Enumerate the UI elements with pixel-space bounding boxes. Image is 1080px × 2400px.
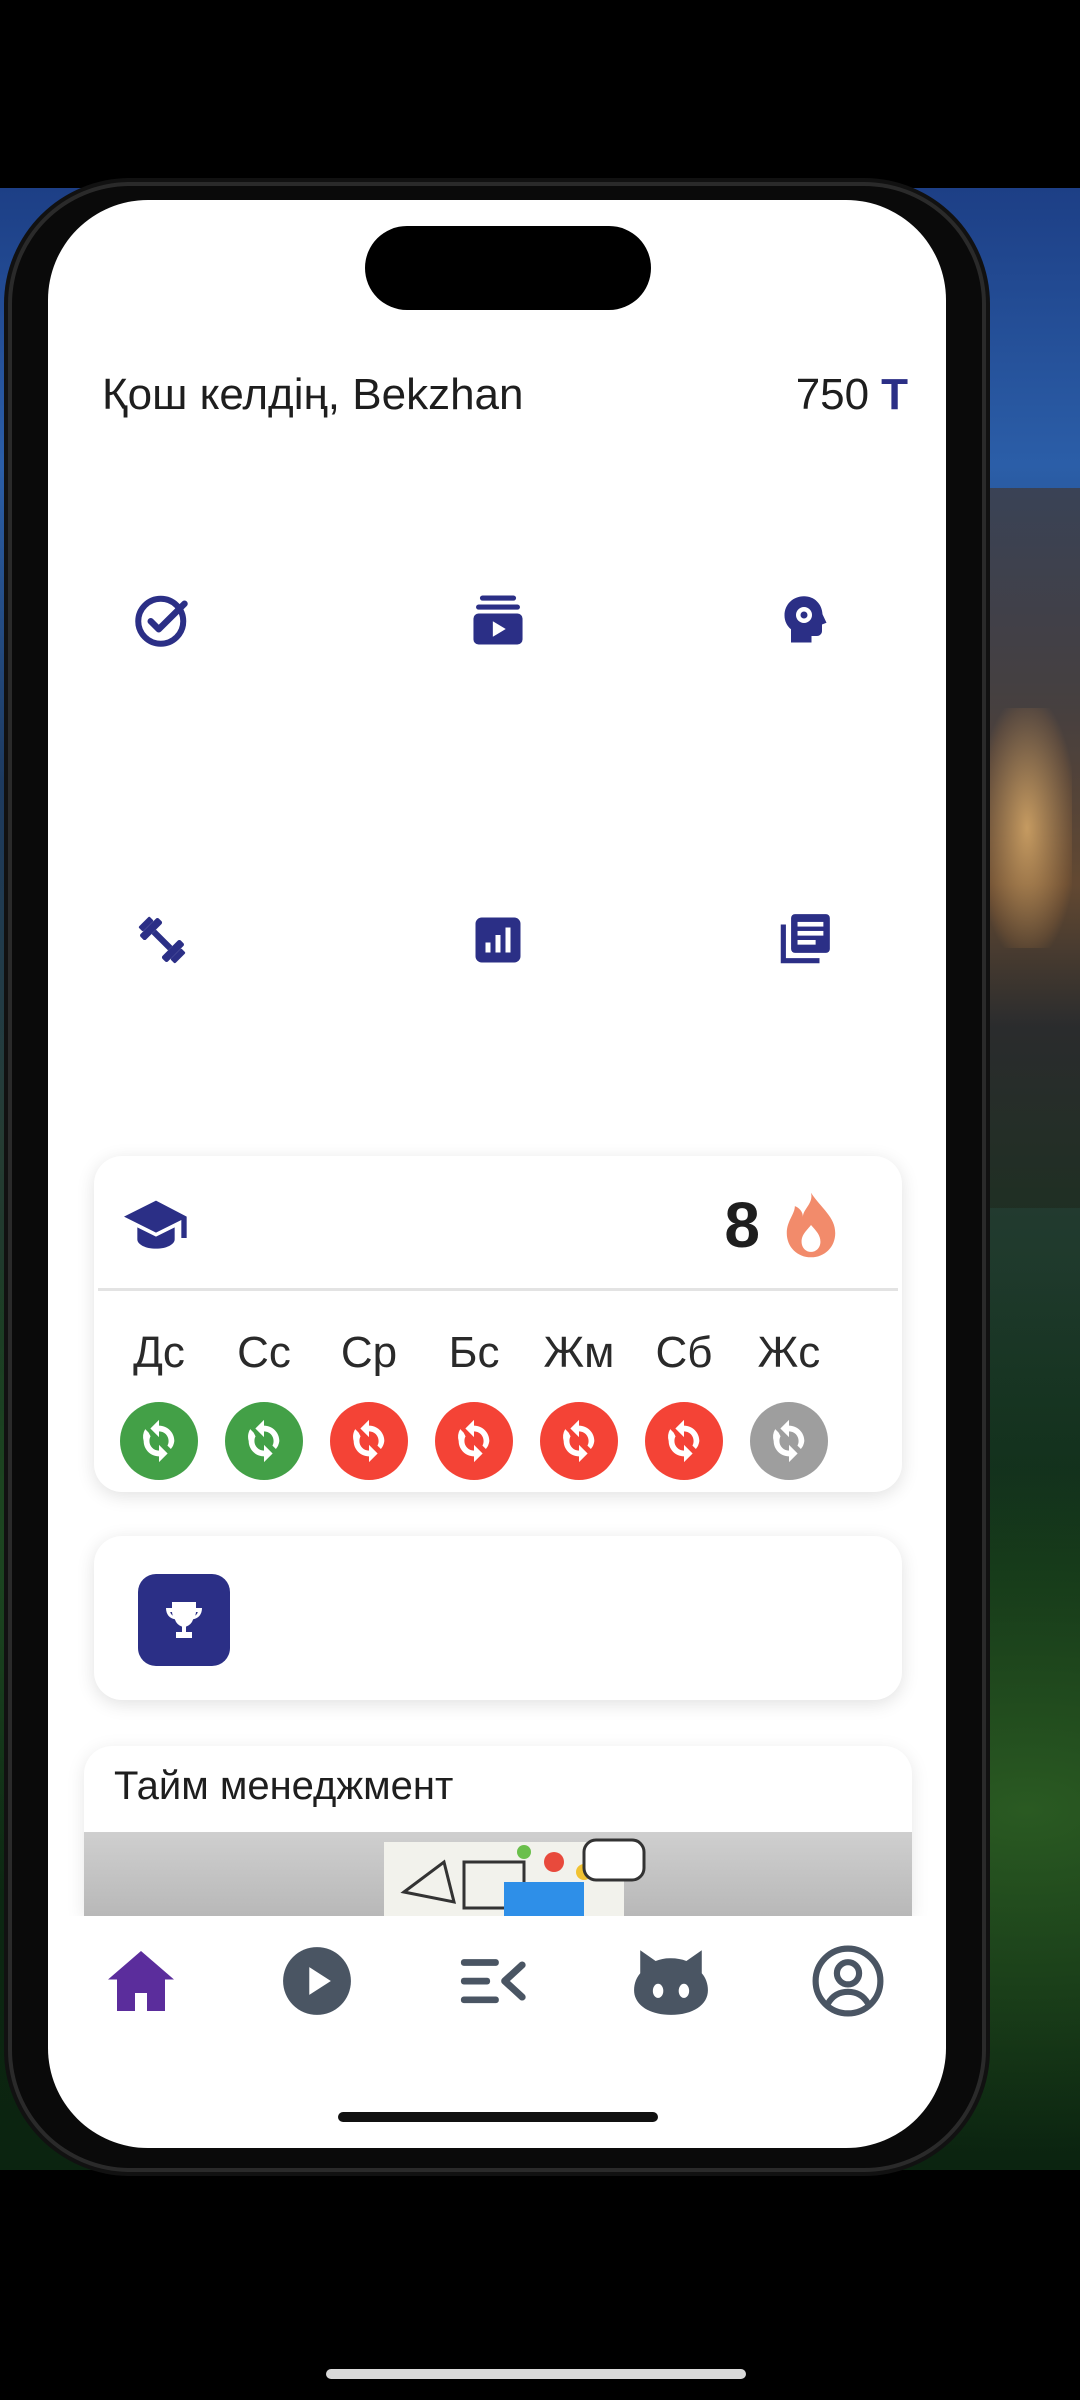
course-title: Тайм менеджмент <box>114 1764 454 1808</box>
streak-count: 8 <box>724 1189 760 1261</box>
day-label-wed: Ср <box>340 1328 398 1377</box>
refresh-icon <box>563 1419 595 1463</box>
day-status-tue <box>225 1402 303 1480</box>
course-cover-image <box>84 1832 912 1916</box>
graduation-cap-icon <box>124 1198 188 1259</box>
bar-chart-icon[interactable] <box>458 900 538 980</box>
day-status-mon <box>120 1402 198 1480</box>
trophy-tile <box>138 1574 230 1666</box>
day-label-sat: Сб <box>655 1328 713 1377</box>
play-icon[interactable] <box>274 1938 360 2024</box>
streak-card[interactable]: 8 Дс Сс Ср Бс Жм Сб Жс <box>94 1156 902 1492</box>
day-status-sun <box>750 1402 828 1480</box>
day-label-fri: Жм <box>543 1328 615 1377</box>
notes-library-icon[interactable] <box>764 900 844 980</box>
video-library-icon[interactable] <box>458 580 538 660</box>
day-label-sun: Жс <box>757 1328 821 1377</box>
achievements-card[interactable] <box>94 1536 902 1700</box>
day-status-fri <box>540 1402 618 1480</box>
playlist-icon[interactable] <box>450 1938 536 2024</box>
greeting-text: Қош келдің, Bekzhan <box>102 370 524 419</box>
streak-divider <box>98 1288 898 1291</box>
app-screen: Қош келдің, Bekzhan 750 T 8 Дс Сс Ср Бс … <box>48 200 946 2148</box>
course-card[interactable]: Тайм менеджмент <box>84 1746 912 1916</box>
home-indicator[interactable] <box>338 2112 658 2122</box>
currency-symbol: T <box>881 370 908 419</box>
dumbbell-icon[interactable] <box>122 900 202 980</box>
day-label-thu: Бс <box>448 1328 500 1377</box>
refresh-icon <box>773 1419 805 1463</box>
background-light <box>982 708 1072 948</box>
brain-settings-icon[interactable] <box>764 580 844 660</box>
day-status-thu <box>435 1402 513 1480</box>
coins-value: 750 <box>795 370 870 419</box>
day-status-wed <box>330 1402 408 1480</box>
refresh-icon <box>353 1419 385 1463</box>
dynamic-island <box>365 226 651 310</box>
profile-icon[interactable] <box>805 1938 891 2024</box>
refresh-icon <box>248 1419 280 1463</box>
trophy-icon <box>166 1602 202 1638</box>
coins-balance[interactable]: 750 T <box>796 370 908 420</box>
system-home-indicator[interactable] <box>326 2369 746 2379</box>
day-label-mon: Дс <box>133 1328 185 1377</box>
refresh-icon <box>143 1419 175 1463</box>
github-icon[interactable] <box>628 1938 714 2024</box>
flame-icon <box>778 1190 844 1265</box>
phone-frame: Қош келдің, Bekzhan 750 T 8 Дс Сс Ср Бс … <box>12 186 982 2168</box>
day-label-tue: Сс <box>237 1328 291 1377</box>
bottom-navigation <box>48 1916 946 2046</box>
check-circle-icon[interactable] <box>122 580 202 660</box>
day-status-sat <box>645 1402 723 1480</box>
refresh-icon <box>668 1419 700 1463</box>
home-icon[interactable] <box>98 1938 184 2024</box>
refresh-icon <box>458 1419 490 1463</box>
